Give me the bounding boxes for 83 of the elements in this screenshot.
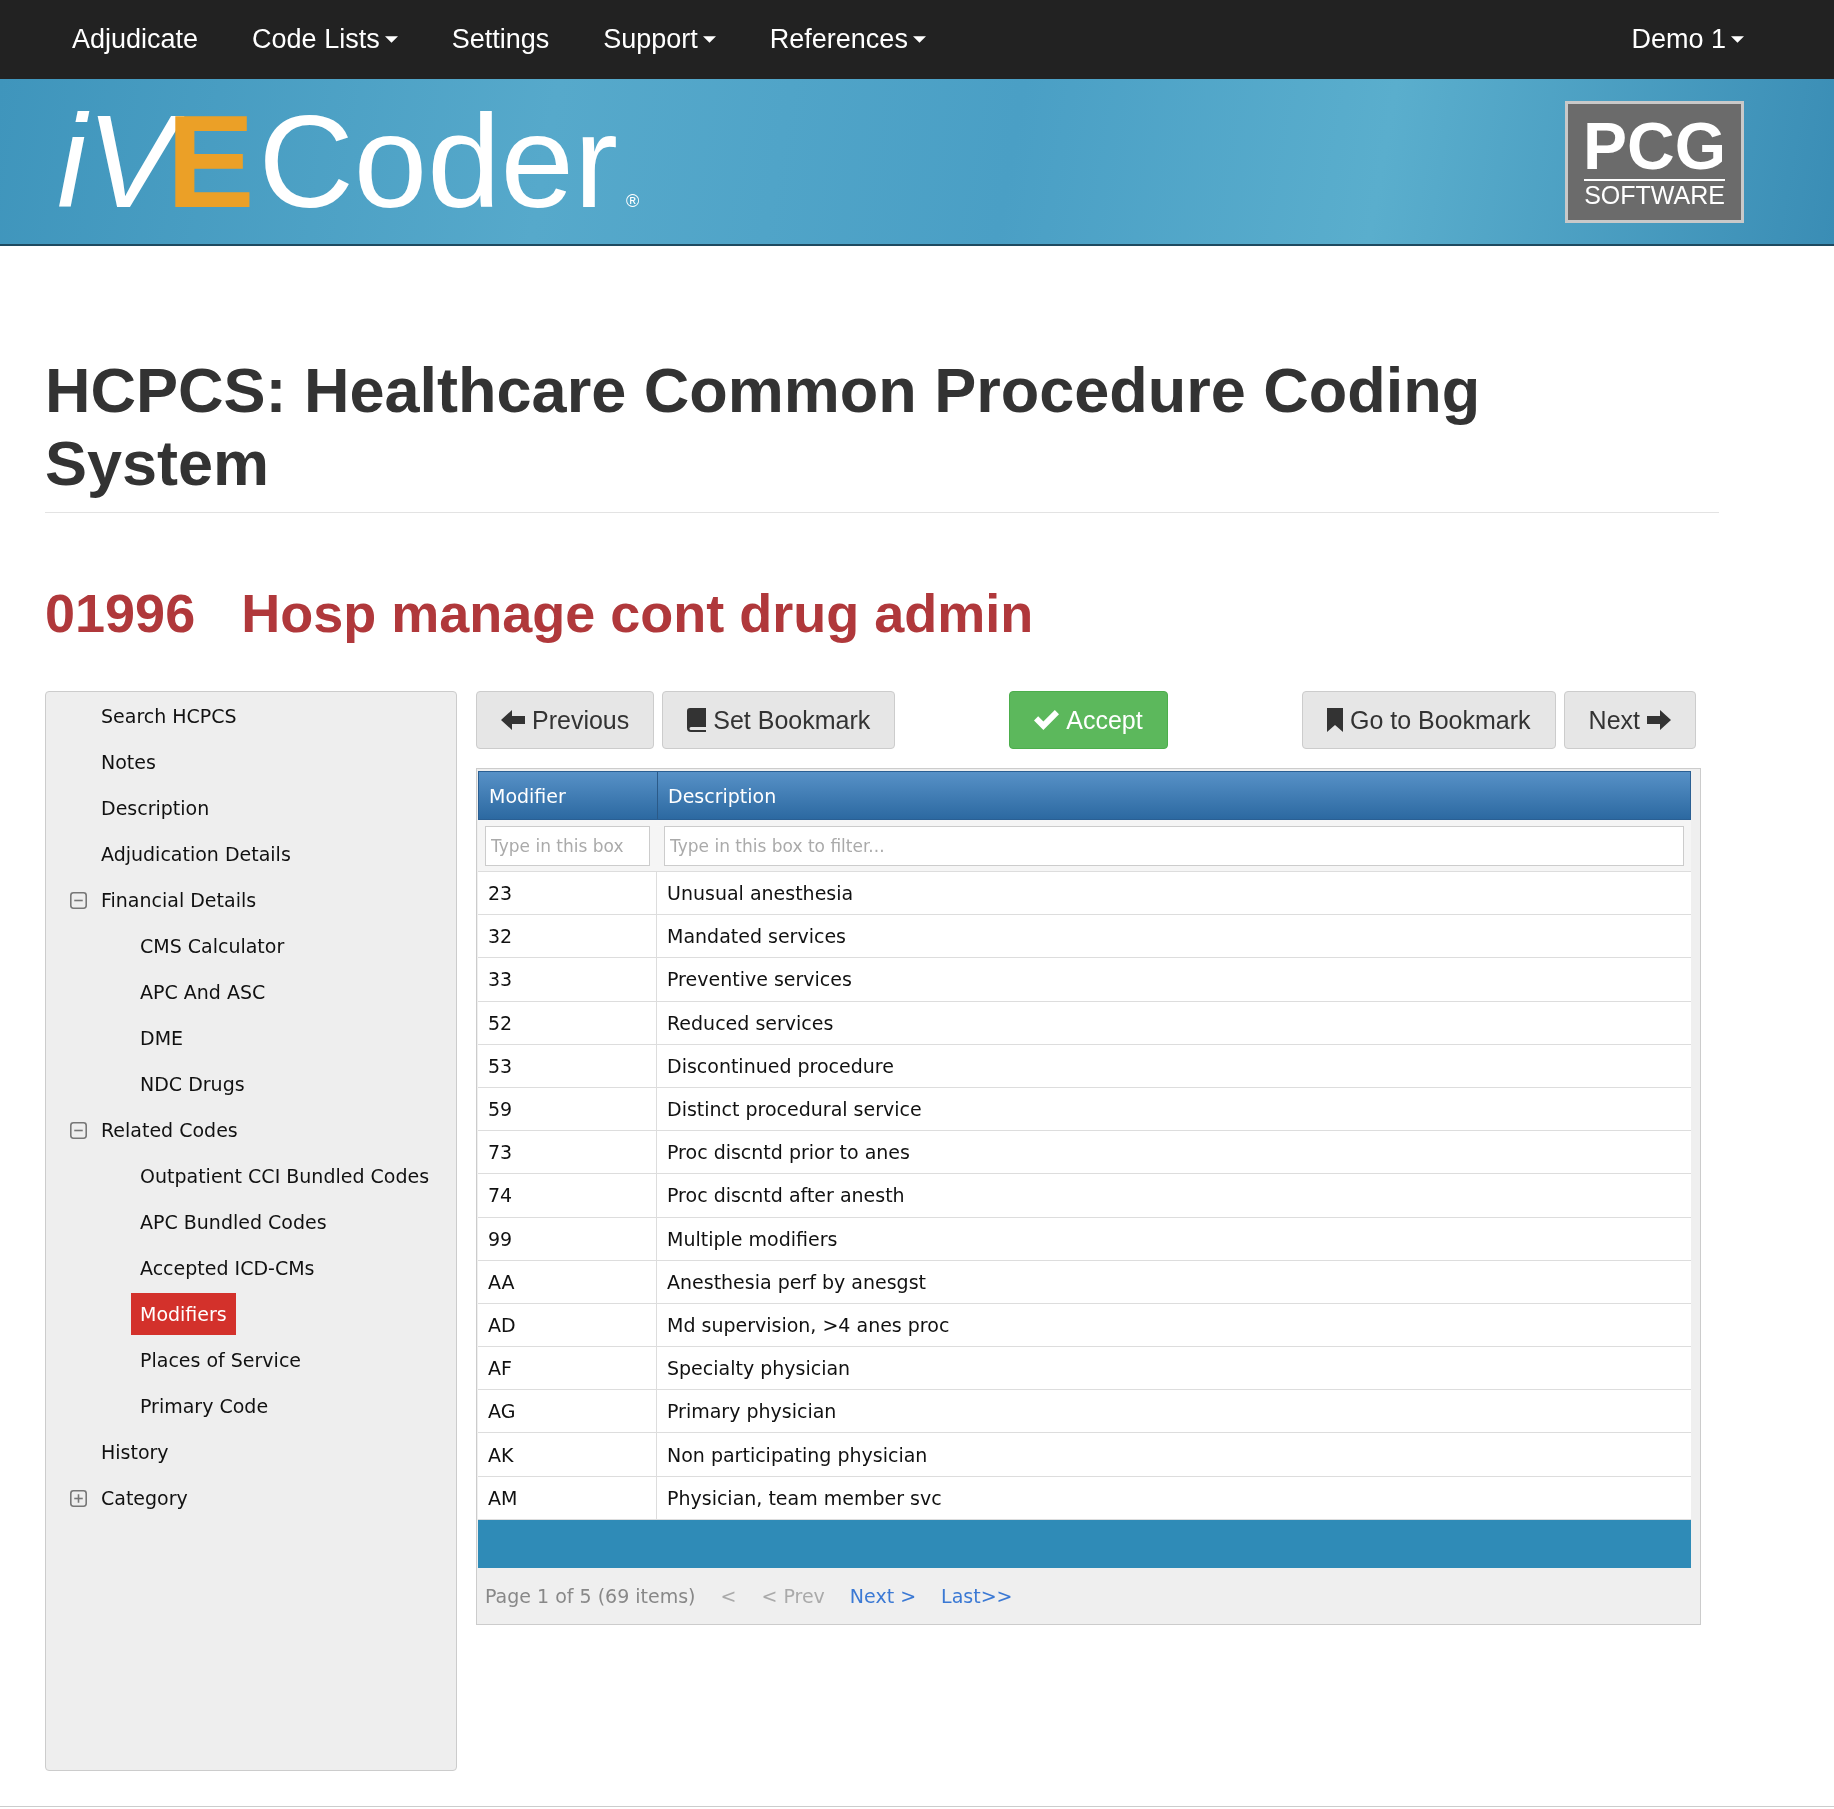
table-cell: 59 (478, 1087, 657, 1132)
table-cell: 74 (478, 1174, 657, 1218)
table-cell: Anesthesia perf by anesgst (657, 1260, 1691, 1304)
check-icon (1034, 710, 1060, 730)
table-cell: 23 (478, 872, 657, 916)
code-description: Hosp manage cont drug admin (241, 584, 1034, 643)
caret-down-icon (384, 36, 398, 43)
table-cell: 32 (478, 915, 657, 959)
caret-down-icon (912, 36, 926, 43)
sidebar-item[interactable]: Search HCPCS (92, 695, 246, 737)
sidebar-item[interactable]: DME (131, 1017, 193, 1059)
page-title: HCPCS: Healthcare Common Procedure Coding System (45, 354, 1482, 500)
column-header[interactable]: Description (658, 772, 1690, 819)
sidebar-item[interactable]: Description (92, 787, 219, 829)
table-cell: Preventive services (657, 958, 1691, 1002)
plus-square-icon[interactable] (70, 1489, 87, 1507)
app-logo: iVECoder® (57, 95, 641, 228)
pager-link[interactable]: Next > (849, 1584, 917, 1607)
table-cell: AA (478, 1260, 657, 1304)
nav-menu-link[interactable]: Support (576, 0, 743, 79)
sidebar-item[interactable]: Notes (92, 741, 165, 783)
table-cell: Specialty physician (657, 1347, 1691, 1391)
sidebar-item[interactable]: Primary Code (131, 1385, 278, 1427)
table-cell: Reduced services (657, 1001, 1691, 1045)
table-cell: 33 (478, 958, 657, 1002)
nav-menu-link[interactable]: Settings (424, 0, 577, 79)
table-cell: Proc discntd after anesth (657, 1174, 1691, 1218)
nav-menu-link[interactable]: References (742, 0, 953, 79)
table-cell: Primary physician (657, 1390, 1691, 1434)
table-cell: Physician, team member svc (657, 1476, 1691, 1520)
go-to-bookmark-button[interactable]: Go to Bookmark (1301, 691, 1556, 749)
minus-square-icon[interactable] (70, 891, 87, 909)
sidebar-item[interactable]: Modifiers (131, 1293, 236, 1335)
sidebar-item[interactable]: CMS Calculator (131, 925, 294, 967)
filter-field[interactable]: Type in this box to filter... (664, 826, 1684, 866)
nav-menu-link[interactable]: Code Lists (225, 0, 425, 79)
logo-badge-title: PCG (1583, 113, 1726, 180)
caret-down-icon (1731, 36, 1744, 43)
sidebar-item[interactable]: Accepted ICD-CMs (131, 1247, 324, 1289)
table-cell: 99 (478, 1217, 657, 1261)
table-cell: Discontinued procedure (657, 1044, 1691, 1088)
sidebar-item[interactable]: APC And ASC (131, 971, 275, 1013)
table-cell: 73 (478, 1131, 657, 1175)
sidebar-item[interactable]: Adjudication Details (92, 833, 300, 875)
table-cell: 52 (478, 1001, 657, 1045)
table-cell: AK (478, 1433, 657, 1477)
table-cell: Distinct procedural service (657, 1087, 1691, 1132)
table-cell: Md supervision, >4 anes proc (657, 1303, 1691, 1348)
column-header[interactable]: Modifier (479, 772, 658, 819)
sidebar-item[interactable]: History (92, 1431, 178, 1473)
book-icon (687, 708, 707, 732)
caret-down-icon (702, 36, 716, 43)
table-cell: 53 (478, 1044, 657, 1088)
pager-link[interactable]: Last>> (941, 1584, 1013, 1607)
table-cell: Multiple modifiers (657, 1217, 1691, 1261)
table-cell: Proc discntd prior to anes (657, 1131, 1691, 1175)
bookmark-icon (1326, 708, 1343, 732)
user-menu-link[interactable]: Demo 1 (1604, 0, 1771, 79)
table-cell: AD (478, 1303, 657, 1348)
pager-summary: Page 1 of 5 (69 items) (485, 1584, 696, 1607)
sidebar-item[interactable]: Related Codes (92, 1109, 247, 1151)
table-cell: AM (478, 1476, 657, 1520)
sidebar-item[interactable]: Places of Service (131, 1339, 311, 1381)
nav-menu-link[interactable]: Adjudicate (45, 0, 226, 79)
next-button[interactable]: Next (1563, 691, 1696, 749)
sidebar-item[interactable]: NDC Drugs (131, 1063, 254, 1105)
sidebar-item[interactable]: Category (92, 1477, 197, 1519)
logo-badge-subtitle: SOFTWARE (1584, 179, 1725, 210)
table-cell: AG (478, 1390, 657, 1434)
table-cell: Non participating physician (657, 1433, 1691, 1477)
sidebar-item[interactable]: Financial Details (92, 879, 266, 921)
minus-square-icon[interactable] (70, 1121, 87, 1139)
table-cell: Unusual anesthesia (657, 872, 1691, 916)
previous-button[interactable]: Previous (476, 691, 655, 749)
table-cell: AF (478, 1347, 657, 1391)
arrow-right-icon (1647, 710, 1671, 730)
filter-field[interactable]: Type in this box (485, 826, 650, 866)
sidebar-item[interactable]: APC Bundled Codes (131, 1201, 336, 1243)
arrow-left-icon (501, 710, 525, 730)
code-number: 01996 (45, 584, 196, 643)
table-cell: Mandated services (657, 915, 1691, 959)
sidebar-item[interactable]: Outpatient CCI Bundled Codes (131, 1155, 439, 1197)
set-bookmark-button[interactable]: Set Bookmark (662, 691, 896, 749)
